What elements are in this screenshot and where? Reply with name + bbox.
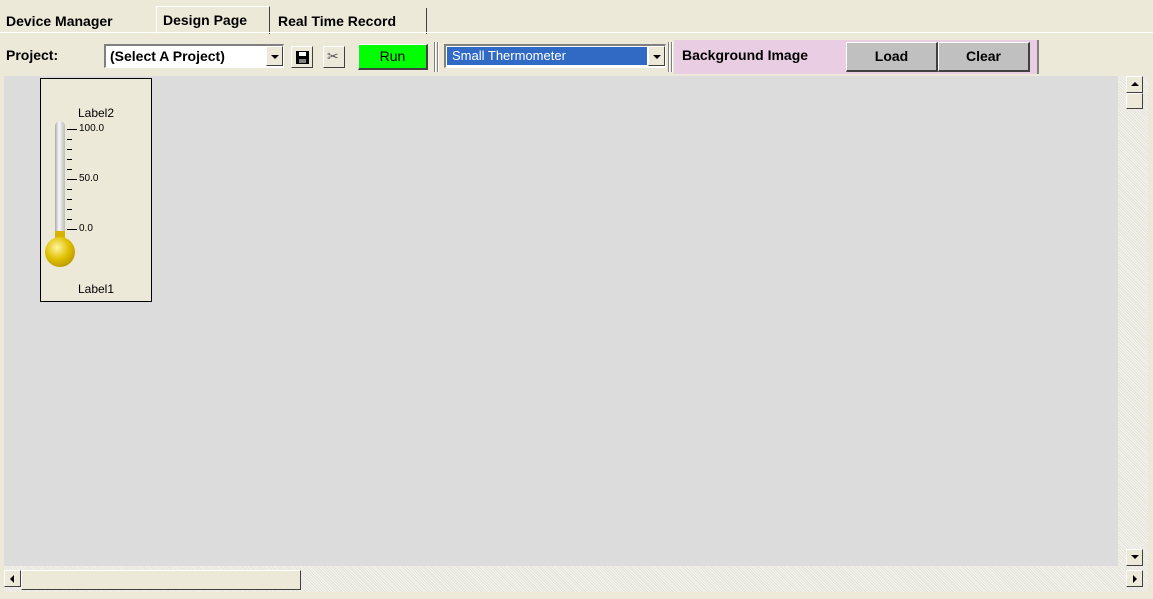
tick-minor [67,149,72,150]
project-label: Project: [6,47,59,63]
separator [671,42,673,72]
design-canvas[interactable]: Label2 100.0 50.0 0.0 Label1 [4,76,1118,566]
tick-minor [67,199,72,200]
tick-minor [67,159,72,160]
tick-minor [67,169,72,170]
thermometer-scale [67,129,77,239]
floppy-disk-icon [296,51,309,64]
horizontal-scroll-thumb[interactable] [21,570,301,590]
project-select-value: (Select A Project) [110,48,225,64]
thermometer-tube [55,121,65,243]
toolbar: Project: (Select A Project) ✂ Run Small … [0,36,1153,76]
component-select-value: Small Thermometer [447,47,647,65]
tab-design-page[interactable]: Design Page [156,6,270,34]
thermometer-widget[interactable]: Label2 100.0 50.0 0.0 Label1 [40,78,152,302]
chevron-down-icon[interactable] [648,46,665,66]
thermometer-top-label: Label2 [77,106,115,120]
tick-major [67,129,77,130]
background-image-label: Background Image [682,47,809,63]
thermometer-bulb [45,237,75,267]
cut-button[interactable]: ✂ [323,46,345,68]
scroll-right-icon[interactable] [1126,570,1143,587]
save-button[interactable] [291,46,313,68]
separator [434,42,436,72]
chevron-down-icon[interactable] [266,46,283,66]
tab-bar: Device Manager Design Page Real Time Rec… [0,6,1153,34]
tick-minor [67,209,72,210]
project-select[interactable]: (Select A Project) [104,44,284,68]
separator [437,42,439,72]
scale-label-mid: 50.0 [79,173,99,184]
tick-minor [67,139,72,140]
tab-real-time-record[interactable]: Real Time Record [272,8,427,34]
scissors-icon: ✂ [327,48,339,64]
load-button[interactable]: Load [846,42,938,72]
separator [668,42,670,72]
tick-minor [67,219,72,220]
tick-minor [67,189,72,190]
scale-label-min: 0.0 [79,223,93,234]
vertical-scrollbar[interactable] [1118,76,1148,566]
tick-major [67,229,77,230]
scroll-down-icon[interactable] [1126,549,1143,566]
scroll-left-icon[interactable] [4,570,21,587]
scroll-up-icon[interactable] [1126,76,1143,93]
vertical-scroll-thumb[interactable] [1126,93,1143,109]
scale-label-max: 100.0 [79,123,105,134]
run-button[interactable]: Run [358,44,428,70]
tab-device-manager[interactable]: Device Manager [0,8,156,34]
clear-button[interactable]: Clear [938,42,1030,72]
background-image-panel: Background Image Load Clear [674,40,1039,74]
component-select[interactable]: Small Thermometer [444,44,666,68]
tick-major [67,179,77,180]
thermometer-bottom-label: Label1 [77,282,115,296]
horizontal-scrollbar[interactable] [4,566,1148,592]
tab-divider [0,32,1153,33]
